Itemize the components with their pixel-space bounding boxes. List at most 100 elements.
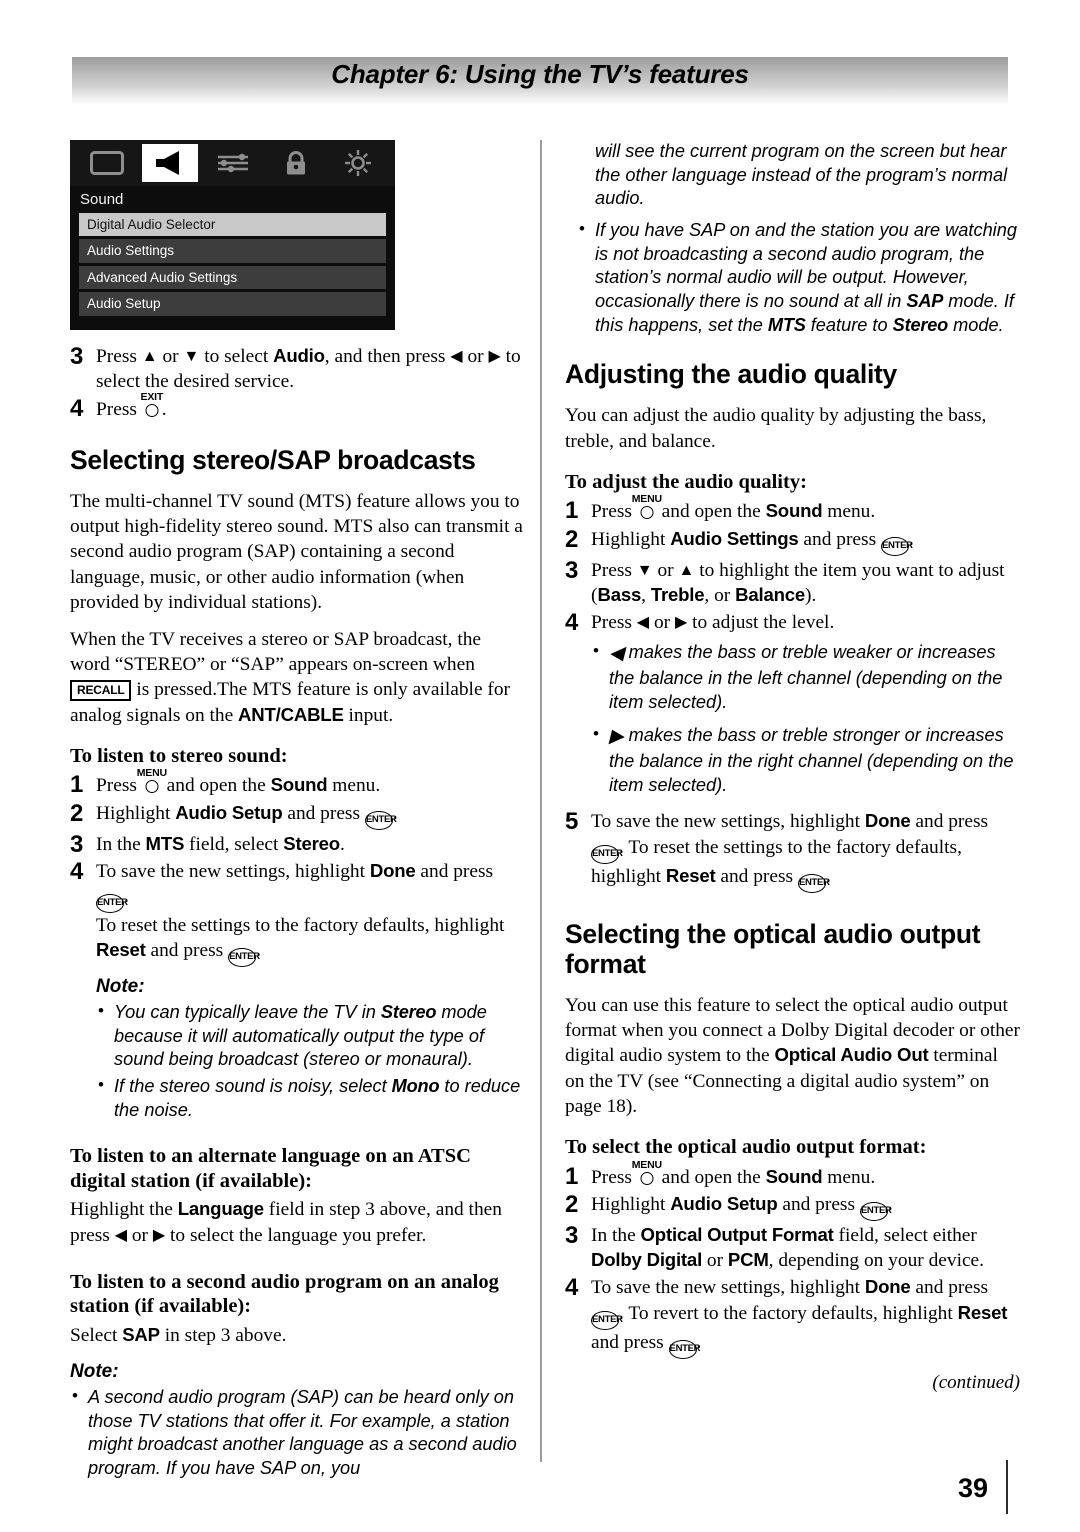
step-text: Press ◀ or ▶ to adjust the level. bbox=[591, 610, 1020, 635]
step-text: Press EXIT. bbox=[96, 391, 525, 422]
step-number: 3 bbox=[70, 830, 84, 858]
left-arrow-glyph: ◀ bbox=[114, 1226, 128, 1244]
step-text-part: . bbox=[825, 865, 831, 887]
pcm-label: PCM bbox=[727, 1249, 769, 1271]
optical-output-format-label: Optical Output Format bbox=[640, 1223, 834, 1245]
step-2-stereo: 2 Highlight Audio Setup and press ENTER. bbox=[70, 801, 525, 830]
reset-label: Reset bbox=[96, 939, 146, 961]
note-list-1: You can typically leave the TV in Stereo… bbox=[70, 1000, 525, 1122]
enter-button-icon[interactable]: ENTER bbox=[364, 810, 397, 830]
right-arrow-glyph: ▶ bbox=[152, 1226, 166, 1244]
tv-menu-list: Digital Audio Selector Audio Settings Ad… bbox=[70, 212, 395, 316]
note-list-continued: If you have SAP on and the station you a… bbox=[565, 218, 1020, 337]
enter-button-icon[interactable]: ENTER bbox=[797, 873, 830, 893]
page-number: 39 bbox=[957, 1473, 988, 1503]
sound-icon[interactable] bbox=[142, 144, 199, 182]
reset-label: Reset bbox=[957, 1301, 1008, 1323]
step-text: In the MTS field, select Stereo. bbox=[96, 832, 525, 857]
step-text-part: and press bbox=[282, 802, 365, 824]
step-text-part: In the bbox=[96, 833, 146, 855]
dolby-digital-label: Dolby Digital bbox=[591, 1249, 703, 1271]
button-circle bbox=[640, 506, 654, 520]
menu-button-icon[interactable]: MENU bbox=[632, 1159, 662, 1186]
step-text: Highlight Audio Setup and press ENTER. bbox=[591, 1192, 1020, 1221]
right-arrow-glyph: ▶ bbox=[674, 614, 688, 632]
lock-icon[interactable] bbox=[265, 144, 327, 182]
tv-menu-icon-bar bbox=[70, 140, 395, 186]
reset-label: Reset bbox=[665, 864, 716, 886]
heading-selecting-stereo-sap: Selecting stereo/SAP broadcasts bbox=[70, 444, 476, 475]
subheading-second-audio-program: To listen to a second audio program on a… bbox=[70, 1270, 499, 1318]
step-text-part: and press bbox=[910, 811, 989, 833]
up-arrow-glyph: ▲ bbox=[678, 561, 695, 579]
step-text-part: To reset the settings to the factory def… bbox=[96, 915, 505, 937]
menu-button-icon[interactable]: MENU bbox=[632, 493, 662, 520]
step-3-stereo: 3 In the MTS field, select Stereo. bbox=[70, 830, 525, 858]
brightness-sun-icon[interactable] bbox=[327, 144, 389, 182]
enter-button-icon[interactable]: ENTER bbox=[859, 1201, 892, 1221]
enter-button-icon[interactable]: ENTER bbox=[591, 1310, 623, 1330]
step-number: 4 bbox=[70, 857, 84, 885]
sound-menu-label: Sound bbox=[270, 774, 328, 796]
paragraph-part: to select the language you prefer. bbox=[165, 1224, 427, 1246]
tv-menu-item-audio-setup[interactable]: Audio Setup bbox=[79, 292, 386, 316]
paragraph-mts-intro: The multi-channel TV sound (MTS) feature… bbox=[70, 490, 523, 613]
button-circle bbox=[145, 780, 159, 794]
settings-sliders-icon[interactable] bbox=[202, 144, 264, 182]
bass-label: Bass bbox=[597, 583, 642, 605]
step-1-adjust: 1 Press MENU and open the Sound menu. bbox=[565, 493, 1020, 524]
step-text-part: menu. bbox=[822, 501, 876, 523]
recall-button-icon[interactable]: RECALL bbox=[70, 680, 132, 702]
step-text-part: To save the new settings, highlight bbox=[96, 860, 370, 882]
step-number: 2 bbox=[70, 799, 84, 827]
page-title: Chapter 6: Using the TV’s features bbox=[331, 59, 749, 89]
step-4-bullets: ◀ makes the bass or treble weaker or inc… bbox=[565, 640, 1020, 797]
step-text-part: Press bbox=[591, 501, 637, 523]
step-text-part: and open the bbox=[656, 501, 766, 523]
enter-button-icon[interactable]: ENTER bbox=[228, 948, 260, 968]
step-text-part: and open the bbox=[656, 1166, 766, 1188]
page-number-rule bbox=[1006, 1460, 1008, 1514]
step-text-part: field, select either bbox=[833, 1224, 977, 1246]
enter-button-icon[interactable]: ENTER bbox=[880, 536, 913, 556]
step-text: Press ▼ or ▲ to highlight the item you w… bbox=[591, 558, 1020, 608]
step-text-part: to select bbox=[199, 346, 274, 367]
tv-menu-item-advanced-audio-settings[interactable]: Advanced Audio Settings bbox=[79, 265, 386, 290]
step-1-stereo: 1 Press MENU and open the Sound menu. bbox=[70, 767, 525, 799]
step-text-part: , depending on your device. bbox=[768, 1250, 985, 1272]
step-text-part: to adjust the level. bbox=[687, 612, 835, 634]
tv-menu-item-audio-settings[interactable]: Audio Settings bbox=[79, 239, 386, 263]
enter-button-icon[interactable]: ENTER bbox=[96, 894, 128, 914]
heading-selecting-optical-output: Selecting the optical audio output forma… bbox=[565, 918, 981, 979]
enter-button-icon[interactable]: ENTER bbox=[668, 1339, 701, 1359]
step-text-part: menu. bbox=[327, 775, 381, 797]
note-label-2: Note: bbox=[70, 1361, 119, 1383]
step-1-optical: 1 Press MENU and open the Sound menu. bbox=[565, 1159, 1020, 1190]
paragraph-optical-intro: You can use this feature to select the o… bbox=[565, 993, 1020, 1119]
exit-button-icon[interactable]: EXIT bbox=[141, 391, 163, 418]
tv-menu-item-digital-audio-selector[interactable]: Digital Audio Selector bbox=[79, 212, 386, 237]
mts-label: MTS bbox=[767, 314, 806, 335]
menu-button-label: MENU bbox=[631, 1158, 662, 1171]
step-number: 4 bbox=[565, 609, 579, 637]
step-text-part: . bbox=[256, 940, 261, 962]
step-number: 1 bbox=[70, 771, 84, 799]
done-label: Done bbox=[369, 859, 416, 881]
menu-button-icon[interactable]: MENU bbox=[137, 767, 167, 794]
left-column: Sound Digital Audio Selector Audio Setti… bbox=[70, 140, 525, 1487]
picture-icon[interactable] bbox=[76, 144, 138, 182]
audio-settings-label: Audio Settings bbox=[670, 527, 799, 549]
step-text-part: To save the new settings, highlight bbox=[591, 1277, 865, 1299]
language-label: Language bbox=[177, 1198, 264, 1220]
step-text-part: . bbox=[887, 1193, 893, 1215]
paragraph-part: input. bbox=[343, 704, 394, 726]
step-text-part: or bbox=[652, 559, 679, 581]
step-2-adjust: 2 Highlight Audio Settings and press ENT… bbox=[565, 527, 1020, 556]
step-text-part: or bbox=[462, 346, 489, 367]
enter-button-icon[interactable]: ENTER bbox=[591, 844, 623, 864]
step-text-part: Press bbox=[96, 775, 142, 797]
step-text-part: Press bbox=[96, 399, 142, 421]
step-text-part: . bbox=[908, 528, 914, 550]
column-divider bbox=[540, 140, 542, 1462]
step-text: Highlight Audio Settings and press ENTER… bbox=[591, 527, 1020, 556]
